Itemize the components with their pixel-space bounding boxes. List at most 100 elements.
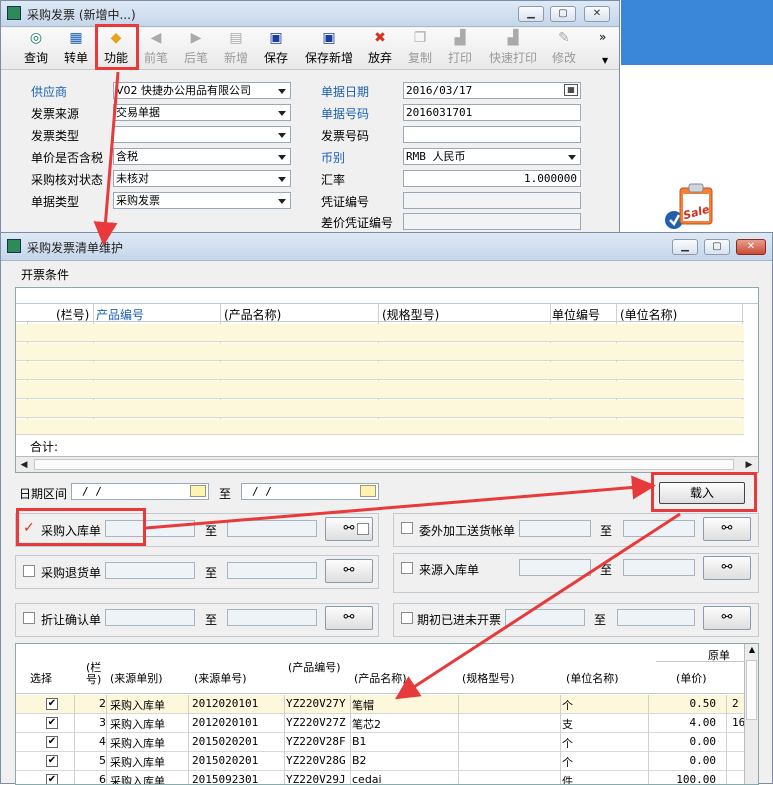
prev-button[interactable]: ◀ 前笔 xyxy=(135,30,177,68)
purchase-return-to[interactable] xyxy=(227,562,317,579)
table-row[interactable]: ✔ 2 采购入库单 2012020101 YZ220V27Y 笔帽 个 0.50 2 xyxy=(16,695,744,714)
save-button[interactable]: ▣ 保存 xyxy=(255,30,297,68)
source-in-binoculars-button[interactable]: ⚯ xyxy=(703,556,751,580)
transfer-button[interactable]: ▦ 转单 xyxy=(55,30,97,68)
grid2-vscrollbar[interactable]: ▲ xyxy=(744,644,758,784)
next-button[interactable]: ▶ 后笔 xyxy=(175,30,217,68)
discount-from[interactable] xyxy=(105,609,195,626)
opening-checkbox[interactable] xyxy=(401,612,413,624)
scroll-right-icon[interactable]: ▶ xyxy=(742,458,756,472)
rate-label: 汇率 xyxy=(321,173,346,187)
row-select-checkbox[interactable]: ✔ xyxy=(46,717,58,729)
binoculars-icon: ⚯ xyxy=(721,521,733,536)
minimize-button-2[interactable]: ▁ xyxy=(672,239,698,255)
purchase-return-from[interactable] xyxy=(105,562,195,579)
discount-checkbox[interactable] xyxy=(23,612,35,624)
section-title: 开票条件 xyxy=(21,268,70,282)
discard-button[interactable]: ✖ 放弃 xyxy=(359,30,401,68)
opening-to[interactable] xyxy=(617,609,695,626)
edit-button[interactable]: ✎ 修改 xyxy=(543,30,585,68)
doc-date-input[interactable]: 2016/03/17 ▦ xyxy=(403,82,581,99)
source-in-to[interactable] xyxy=(623,559,695,576)
purchase-in-checkbox[interactable]: ✓ xyxy=(23,521,35,535)
source-docs-grid[interactable]: 原单 选择 (栏号) (来源单别) (来源单号) (产品编号) (产品名称) (… xyxy=(15,643,759,785)
calendar-icon[interactable]: ▦ xyxy=(564,84,578,96)
printer-icon: ▟ xyxy=(454,30,466,46)
purchase-in-extra-checkbox[interactable] xyxy=(357,523,369,535)
calendar-to-icon[interactable] xyxy=(360,485,376,497)
outsource-checkbox[interactable] xyxy=(401,522,413,534)
grid1-hscrollbar[interactable]: ◀ ▶ xyxy=(16,456,758,472)
table-row[interactable]: ✔ 6 采购入库单 2015092301 YZ220V29J cedai 件 100.00 xyxy=(16,771,744,785)
scroll-thumb[interactable] xyxy=(34,459,734,470)
query-button[interactable]: ◎ 查询 xyxy=(15,30,57,68)
source-select[interactable]: 交易单据 xyxy=(113,104,291,121)
purchase-in-from[interactable] xyxy=(105,520,195,537)
quick-print-button[interactable]: ▟ 快速打印 xyxy=(485,30,541,68)
tax-select[interactable]: 含税 xyxy=(113,148,291,165)
table-row[interactable]: ✔ 5 采购入库单 2015020201 YZ220V28G B2 个 0.00 xyxy=(16,752,744,771)
grid1-row[interactable] xyxy=(16,343,744,361)
toolbar-more-button[interactable]: » xyxy=(599,30,606,44)
rate-input[interactable]: 1.000000 xyxy=(403,170,581,187)
opening-binoculars-button[interactable]: ⚯ xyxy=(703,606,751,630)
col-row-no: (栏号) xyxy=(56,308,90,322)
close-button[interactable]: ✕ xyxy=(584,6,610,22)
outsource-from[interactable] xyxy=(519,520,591,537)
discount-to[interactable] xyxy=(227,609,317,626)
load-button[interactable]: 载入 xyxy=(659,482,745,504)
cell-code: YZ220V27Y xyxy=(286,697,346,710)
calendar-from-icon[interactable] xyxy=(190,485,206,497)
invoice-type-select[interactable] xyxy=(113,126,291,143)
minimize-button[interactable]: ▁ xyxy=(518,6,544,22)
close-button-2[interactable]: ✕ xyxy=(736,239,766,255)
discount-binoculars-button[interactable]: ⚯ xyxy=(325,606,373,630)
row-select-checkbox[interactable]: ✔ xyxy=(46,774,58,784)
cell-code: YZ220V28G xyxy=(286,754,346,767)
grid1-row[interactable] xyxy=(16,400,744,418)
date-to-input[interactable]: / / xyxy=(241,483,379,500)
col-product-code: 产品编号 xyxy=(96,308,145,322)
source-in-from[interactable] xyxy=(519,559,591,576)
save-and-new-button[interactable]: ▣ 保存新增 xyxy=(299,30,359,68)
doc-type-select[interactable]: 采购发票 xyxy=(113,192,291,209)
row-select-checkbox[interactable]: ✔ xyxy=(46,755,58,767)
chevron-down-icon[interactable]: ▼ xyxy=(602,56,608,65)
check-status-select[interactable]: 未核对 xyxy=(113,170,291,187)
purchase-return-binoculars-button[interactable]: ⚯ xyxy=(325,559,373,583)
doc-no-input[interactable]: 2016031701 xyxy=(403,104,581,121)
cell-price: 0.00 xyxy=(689,735,717,748)
purchase-return-checkbox[interactable] xyxy=(23,565,35,577)
main-toolbar: ◎ 查询 ▦ 转单 ◆ 功能 ◀ 前笔 ▶ 后笔 ▤ 新增 ▣ 保存 ▣ 保存新增 ✖ 放弃 ❐ 复… xyxy=(1,28,619,70)
source-in-checkbox[interactable] xyxy=(401,562,413,574)
grid1-row[interactable] xyxy=(16,324,744,342)
cell-docno: 2015020201 xyxy=(192,735,259,748)
opening-from[interactable] xyxy=(505,609,585,626)
col-spec: (规格型号) xyxy=(382,308,440,322)
copy-button[interactable]: ❐ 复制 xyxy=(399,30,441,68)
scroll-left-icon[interactable]: ◀ xyxy=(17,458,31,472)
row-select-checkbox[interactable]: ✔ xyxy=(46,736,58,748)
table-row[interactable]: ✔ 3 采购入库单 2012020101 YZ220V27Z 笔芯2 支 4.00 16 xyxy=(16,714,745,733)
supplier-select[interactable]: V02 快捷办公用品有限公司 xyxy=(113,82,291,99)
grid1-row[interactable] xyxy=(16,419,744,435)
maximize-button[interactable]: ▢ xyxy=(550,6,576,22)
cell-docno: 2015092301 xyxy=(192,773,259,785)
print-button[interactable]: ▟ 打印 xyxy=(439,30,481,68)
invoice-lines-grid[interactable]: (栏号) 产品编号 (产品名称) (规格型号) 单位编号 (单位名称) 合计: … xyxy=(15,287,759,473)
maximize-button-2[interactable]: ▢ xyxy=(704,239,730,255)
outsource-binoculars-button[interactable]: ⚯ xyxy=(703,517,751,541)
date-from-input[interactable]: / / xyxy=(71,483,209,500)
currency-select[interactable]: RMB 人民币 xyxy=(403,148,581,165)
new-button[interactable]: ▤ 新增 xyxy=(215,30,257,68)
invoice-no-input[interactable] xyxy=(403,126,581,143)
function-button[interactable]: ◆ 功能 xyxy=(95,30,137,68)
grid1-row[interactable] xyxy=(16,362,744,380)
row-select-checkbox[interactable]: ✔ xyxy=(46,698,58,710)
scroll-up-icon[interactable]: ▲ xyxy=(746,645,758,657)
scroll-thumb-2[interactable] xyxy=(746,660,757,720)
table-row[interactable]: ✔ 4 采购入库单 2015020201 YZ220V28F B1 个 0.00 xyxy=(16,733,744,752)
purchase-in-to[interactable] xyxy=(227,520,317,537)
grid1-row[interactable] xyxy=(16,381,744,399)
outsource-to[interactable] xyxy=(623,520,695,537)
